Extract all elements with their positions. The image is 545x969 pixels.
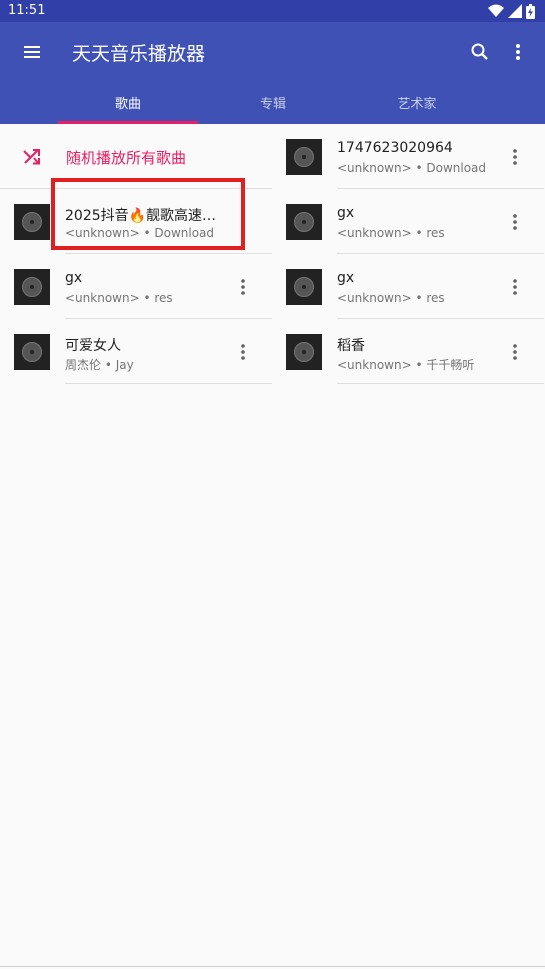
- song-artist: <unknown>: [337, 358, 412, 372]
- album-art: [286, 139, 322, 175]
- disc-icon: [22, 342, 42, 362]
- song-item[interactable]: 1747623020964 <unknown> • Download: [272, 124, 544, 189]
- separator: •: [104, 358, 112, 372]
- app-title: 天天音乐播放器: [72, 43, 206, 65]
- song-artist: <unknown>: [337, 291, 412, 305]
- more-vert-icon[interactable]: [232, 276, 254, 298]
- song-artist: 周杰伦: [65, 358, 102, 372]
- song-item[interactable]: 稻香 <unknown> • 千千畅听: [272, 319, 544, 384]
- song-item[interactable]: gx <unknown> • res: [272, 254, 544, 319]
- album-art: [286, 204, 322, 240]
- song-album: res: [426, 226, 445, 240]
- song-album: res: [426, 291, 445, 305]
- signal-icon: [508, 4, 522, 18]
- song-album: res: [154, 291, 173, 305]
- status-bar: 11:51: [0, 0, 545, 22]
- disc-icon: [294, 342, 314, 362]
- divider: [65, 383, 272, 384]
- tab-artists[interactable]: 艺术家: [349, 80, 485, 124]
- disc-icon: [294, 147, 314, 167]
- song-subtitle: <unknown> • res: [337, 226, 507, 240]
- song-album: Download: [426, 161, 487, 175]
- more-vert-icon[interactable]: [504, 211, 526, 233]
- separator: •: [415, 161, 423, 175]
- song-subtitle: <unknown> • Download: [337, 161, 507, 175]
- song-grid: 随机播放所有歌曲 1747623020964 <unknown> • Downl…: [0, 124, 545, 969]
- search-icon[interactable]: [466, 38, 494, 66]
- song-item[interactable]: 可爱女人 周杰伦 • Jay: [0, 319, 272, 384]
- more-vert-icon[interactable]: [504, 146, 526, 168]
- song-artist: <unknown>: [65, 291, 140, 305]
- separator: •: [415, 291, 423, 305]
- song-title: 稻香: [337, 338, 365, 354]
- bottom-divider: [0, 966, 545, 967]
- album-art: [14, 269, 50, 305]
- song-title: gx: [337, 205, 355, 221]
- album-art: [14, 334, 50, 370]
- more-options-icon[interactable]: [504, 38, 532, 66]
- wifi-icon: [488, 4, 504, 17]
- more-vert-icon[interactable]: [232, 341, 254, 363]
- song-item[interactable]: gx <unknown> • res: [272, 189, 544, 254]
- album-art: [14, 204, 50, 240]
- song-subtitle: <unknown> • res: [65, 291, 235, 305]
- app-bar: 天天音乐播放器: [0, 22, 545, 80]
- separator: •: [415, 226, 423, 240]
- song-title: 可爱女人: [65, 338, 121, 354]
- song-title: gx: [337, 270, 355, 286]
- song-artist: <unknown>: [337, 161, 412, 175]
- shuffle-label: 随机播放所有歌曲: [66, 149, 187, 167]
- disc-icon: [22, 212, 42, 232]
- song-title: 1747623020964: [337, 140, 453, 156]
- tab-songs[interactable]: 歌曲: [60, 80, 196, 124]
- song-subtitle: <unknown> • 千千畅听: [337, 356, 507, 373]
- tab-albums[interactable]: 专辑: [205, 80, 341, 124]
- battery-icon: [526, 3, 535, 19]
- disc-icon: [22, 277, 42, 297]
- more-vert-icon[interactable]: [504, 276, 526, 298]
- song-subtitle: 周杰伦 • Jay: [65, 356, 235, 373]
- album-art: [286, 269, 322, 305]
- separator: •: [143, 291, 151, 305]
- song-album: 千千畅听: [426, 358, 475, 372]
- song-album: Jay: [115, 358, 134, 372]
- album-art: [286, 334, 322, 370]
- status-icons: [488, 3, 535, 19]
- divider: [337, 383, 544, 384]
- song-title: gx: [65, 270, 83, 286]
- separator: •: [415, 358, 423, 372]
- highlight-box: [51, 178, 245, 250]
- status-time: 11:51: [8, 3, 46, 18]
- disc-icon: [294, 212, 314, 232]
- song-item[interactable]: gx <unknown> • res: [0, 254, 272, 319]
- more-vert-icon[interactable]: [504, 341, 526, 363]
- tab-bar: 歌曲 专辑 艺术家: [0, 80, 545, 124]
- menu-icon[interactable]: [18, 38, 46, 66]
- song-subtitle: <unknown> • res: [337, 291, 507, 305]
- song-artist: <unknown>: [337, 226, 412, 240]
- shuffle-icon: [23, 149, 40, 165]
- disc-icon: [294, 277, 314, 297]
